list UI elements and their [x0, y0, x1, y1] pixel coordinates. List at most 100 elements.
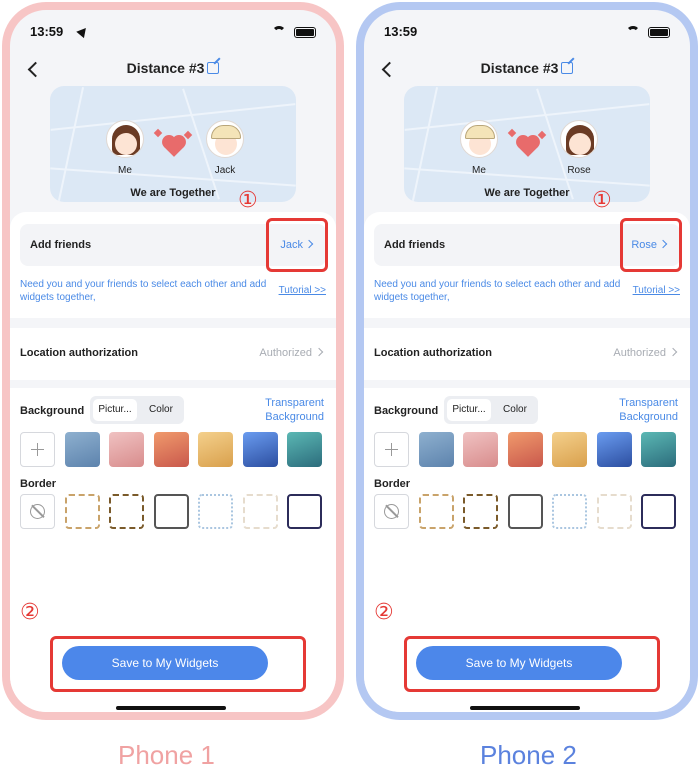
page-title-wrap: Distance #3 [364, 60, 690, 76]
page-title: Distance #3 [480, 60, 559, 76]
background-type-segment: Pictur... Color [444, 396, 538, 424]
royal-blue-swatch[interactable] [596, 432, 632, 467]
background-label: Background [374, 405, 439, 417]
black-gold-dashed-border[interactable] [463, 494, 498, 529]
location-label: Location authorization [374, 347, 492, 359]
step-1-marker: ① [592, 188, 612, 213]
location-label: Location authorization [20, 347, 138, 359]
avatar-left-label: Me [118, 165, 132, 176]
boy-avatar [460, 120, 498, 158]
phone-screen: 13:59 Distance #3 Me Jack We are Togethe… [10, 10, 336, 712]
phone-screen: 13:59 Distance #3 Me Rose We are Togethe… [364, 10, 690, 712]
no-border-icon[interactable] [374, 494, 409, 529]
black-corner-border[interactable] [153, 494, 189, 529]
teal-swatch[interactable] [641, 432, 676, 467]
pink-glitter-swatch[interactable] [463, 432, 498, 467]
status-time: 13:59 [30, 24, 64, 39]
royal-blue-swatch[interactable] [242, 432, 278, 467]
wifi-icon [272, 26, 286, 36]
avatar-right-label: Jack [214, 165, 236, 176]
avatar-right-label: Rose [567, 165, 591, 176]
border-label: Border [20, 478, 57, 490]
location-row[interactable]: Location authorization Authorized [364, 328, 690, 380]
status-bar: 13:59 [30, 24, 316, 42]
phone-1-caption: Phone 1 [118, 740, 215, 770]
highlight-box-friend [620, 218, 682, 272]
wifi-icon [626, 26, 640, 36]
border-swatch-row [374, 494, 680, 530]
edit-title-icon[interactable] [207, 62, 220, 74]
girl-avatar [106, 120, 144, 158]
page-title-wrap: Distance #3 [10, 60, 336, 76]
segment-color[interactable]: Color [140, 399, 182, 421]
header: Distance #3 [10, 56, 336, 86]
segment-color[interactable]: Color [494, 399, 536, 421]
status-time: 13:59 [384, 24, 418, 39]
location-arrow-icon [76, 24, 90, 39]
background-label: Background [20, 405, 85, 417]
transparent-background-link[interactable]: Transparent Background [598, 396, 678, 424]
no-border-icon[interactable] [20, 494, 55, 529]
gold-dashed-border[interactable] [64, 494, 100, 529]
location-value: Authorized [259, 347, 322, 359]
hearts-icon [153, 128, 193, 157]
add-background-icon[interactable] [20, 432, 55, 467]
tutorial-link[interactable]: Tutorial >> [633, 285, 680, 296]
coral-swatch[interactable] [153, 432, 189, 467]
phone-2-frame: 13:59 Distance #3 Me Rose We are Togethe… [356, 2, 698, 720]
segment-picture[interactable]: Pictur... [93, 399, 137, 421]
coral-swatch[interactable] [507, 432, 543, 467]
save-to-widgets-button[interactable]: Save to My Widgets [416, 646, 622, 680]
girl-avatar [560, 120, 598, 158]
background-swatch-row [374, 432, 680, 468]
background-swatch-row [20, 432, 326, 468]
header: Distance #3 [364, 56, 690, 86]
transparent-background-link[interactable]: Transparent Background [244, 396, 324, 424]
save-to-widgets-button[interactable]: Save to My Widgets [62, 646, 268, 680]
friends-panel: Add friends Jack Need you and your frien… [10, 212, 336, 318]
add-friends-label: Add friends [384, 239, 446, 251]
pink-glitter-swatch[interactable] [109, 432, 144, 467]
location-row[interactable]: Location authorization Authorized [10, 328, 336, 380]
border-swatch-row [20, 494, 326, 530]
tutorial-link[interactable]: Tutorial >> [279, 285, 326, 296]
phone-1-frame: 13:59 Distance #3 Me Jack We are Togethe… [2, 2, 344, 720]
page-title: Distance #3 [126, 60, 205, 76]
border-label: Border [374, 478, 411, 490]
friends-panel: Add friends Rose Need you and your frien… [364, 212, 690, 318]
background-type-segment: Pictur... Color [90, 396, 184, 424]
add-friends-label: Add friends [30, 239, 92, 251]
add-background-icon[interactable] [374, 432, 409, 467]
light-blue-pattern-border[interactable] [552, 494, 587, 529]
location-value: Authorized [613, 347, 676, 359]
navy-border[interactable] [641, 494, 676, 529]
navy-border[interactable] [287, 494, 322, 529]
black-corner-border[interactable] [507, 494, 543, 529]
phone-2-caption: Phone 2 [480, 740, 577, 770]
battery-icon [294, 27, 316, 38]
widget-preview-card: Me Rose We are Together [404, 86, 650, 202]
hearts-icon [507, 128, 547, 157]
white-wavy-border[interactable] [596, 494, 632, 529]
battery-icon [648, 27, 670, 38]
friends-hint-text: Need you and your friends to select each… [20, 279, 267, 303]
step-2-marker: ② [374, 600, 394, 625]
teal-swatch[interactable] [287, 432, 322, 467]
edit-title-icon[interactable] [561, 62, 574, 74]
step-1-marker: ① [238, 188, 258, 213]
home-indicator [116, 706, 226, 710]
gold-swatch[interactable] [198, 432, 233, 467]
highlight-box-friend [266, 218, 328, 272]
boy-avatar [206, 120, 244, 158]
home-indicator [470, 706, 580, 710]
segment-picture[interactable]: Pictur... [447, 399, 491, 421]
status-bar: 13:59 [384, 24, 670, 42]
blue-gray-swatch[interactable] [418, 432, 454, 467]
blue-gray-swatch[interactable] [64, 432, 100, 467]
white-wavy-border[interactable] [242, 494, 278, 529]
gold-swatch[interactable] [552, 432, 587, 467]
gold-dashed-border[interactable] [418, 494, 454, 529]
black-gold-dashed-border[interactable] [109, 494, 144, 529]
light-blue-pattern-border[interactable] [198, 494, 233, 529]
together-text: We are Together [484, 187, 570, 199]
